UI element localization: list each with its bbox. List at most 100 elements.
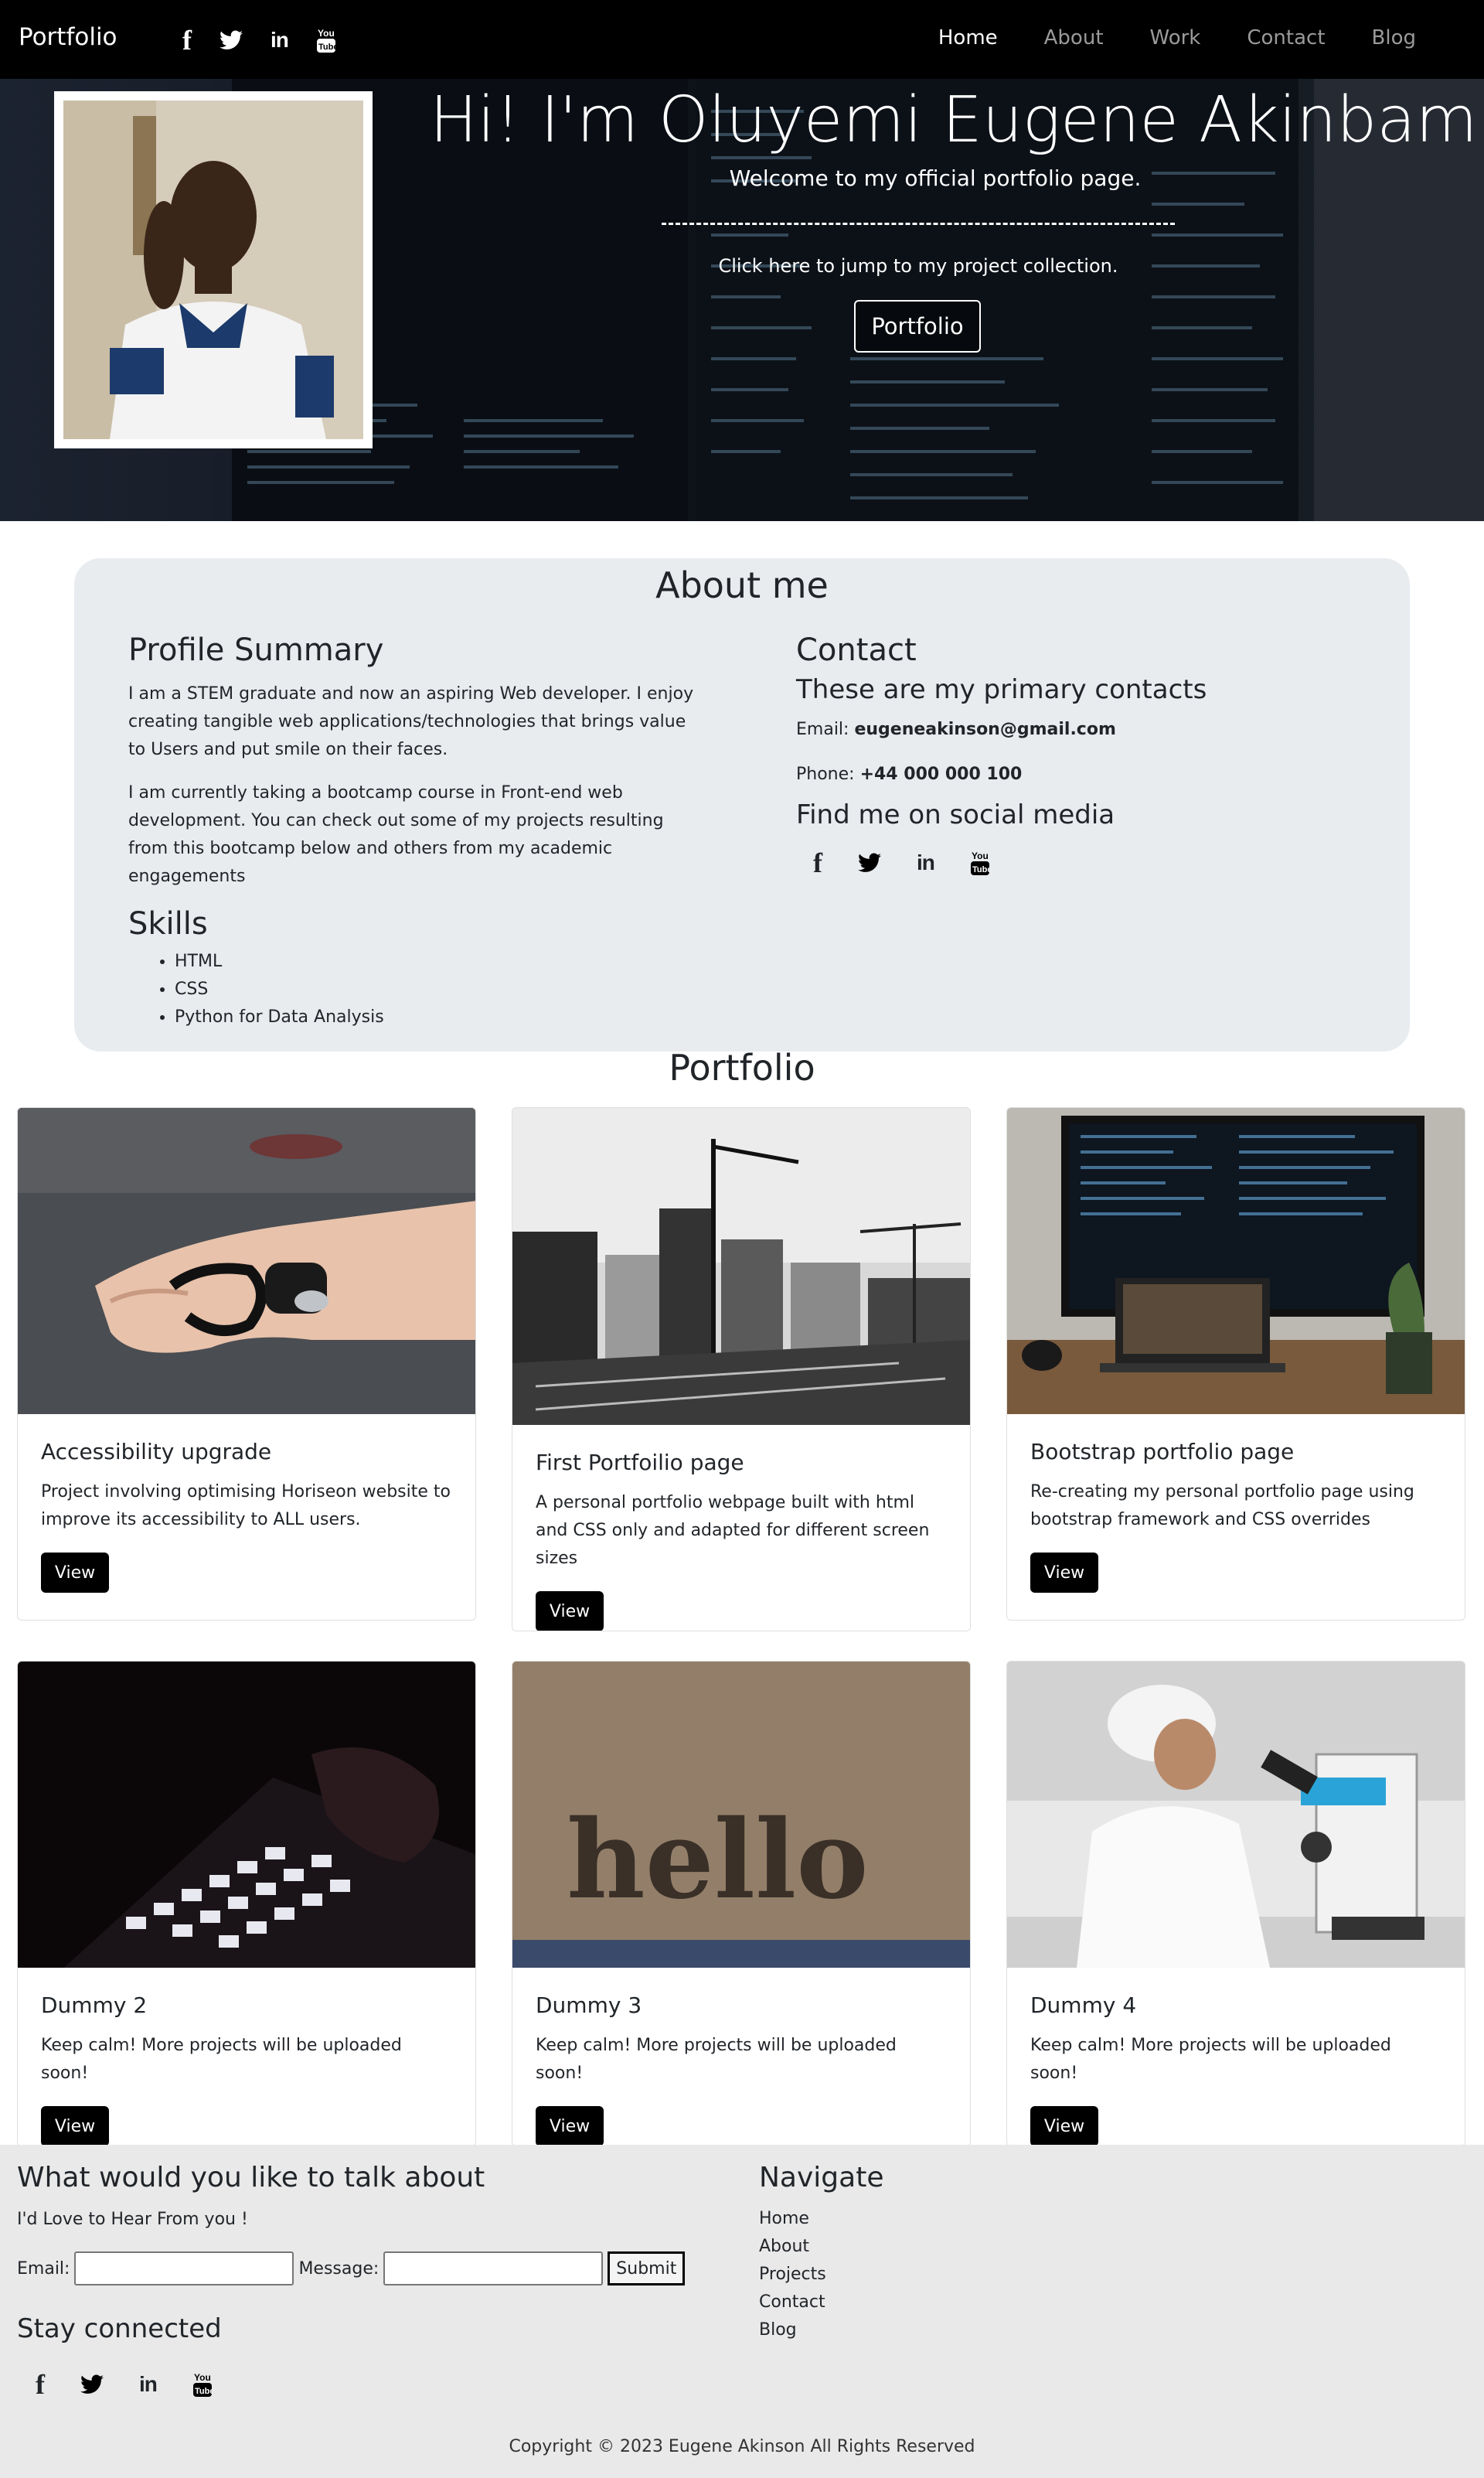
footer-nav: Home About Projects Contact Blog (759, 2205, 826, 2344)
footer-nav-about[interactable]: About (759, 2233, 826, 2261)
about-social-links: f in You Tube (813, 849, 1337, 877)
profile-photo-frame (54, 91, 373, 448)
card-title: Dummy 2 (41, 1992, 148, 2018)
footer-nav-title: Navigate (759, 2162, 884, 2193)
nav-link-about[interactable]: About (1021, 26, 1127, 49)
view-button[interactable]: View (41, 2106, 109, 2146)
profile-summary-paragraph-1: I am a STEM graduate and now an aspiring… (128, 684, 694, 759)
facebook-icon[interactable]: f (813, 849, 822, 877)
footer-social-links: f in You Tube (36, 2371, 213, 2398)
hero-divider (662, 223, 1175, 225)
main-nav: Home About Work Contact Blog (915, 26, 1439, 49)
svg-text:hello: hello (567, 1797, 869, 1924)
form-message-label: Message: (298, 2258, 380, 2279)
project-card: Dummy 4 Keep calm! More projects will be… (1006, 1661, 1465, 2146)
linkedin-icon[interactable]: in (917, 852, 935, 874)
footer-nav-projects[interactable]: Projects (759, 2261, 826, 2289)
profile-summary-paragraph-2: I am currently taking a bootcamp course … (128, 783, 664, 886)
nav-link-blog[interactable]: Blog (1349, 26, 1439, 49)
project-card: Dummy 2 Keep calm! More projects will be… (17, 1661, 476, 2146)
linkedin-icon[interactable]: in (139, 2374, 158, 2395)
twitter-icon[interactable] (858, 853, 881, 873)
facebook-icon[interactable]: f (36, 2371, 45, 2398)
contact-subheading: These are my primary contacts (796, 674, 1207, 705)
skills-list: HTML CSS Python for Data Analysis (175, 948, 700, 1031)
card-text: Keep calm! More projects will be uploade… (536, 2036, 897, 2083)
card-image: hello (512, 1662, 970, 1968)
card-text: Re-creating my personal portfolio page u… (1030, 1482, 1414, 1529)
hero-subtitle: Welcome to my official portfolio page. (729, 165, 1142, 191)
svg-text:You: You (972, 850, 989, 861)
project-card: Accessibility upgrade Project involving … (17, 1107, 476, 1621)
email-label: Email: (796, 720, 849, 739)
card-image (18, 1108, 475, 1414)
svg-text:Tube: Tube (972, 865, 990, 874)
view-button[interactable]: View (41, 1553, 109, 1593)
navbar-social-links: f in You Tube (182, 23, 336, 57)
profile-summary-heading: Profile Summary (128, 632, 384, 668)
skills-heading: Skills (128, 906, 208, 942)
top-navbar: Portfolio f in You Tube Home About Work C… (0, 0, 1484, 79)
project-card: Bootstrap portfolio page Re-creating my … (1006, 1107, 1465, 1621)
project-card: First Portfoilio page A personal portfol… (512, 1107, 971, 1631)
email-value[interactable]: eugeneakinson@gmail.com (854, 720, 1115, 739)
contact-heading: Contact (796, 632, 917, 668)
portfolio-title: Portfolio (669, 1047, 815, 1089)
stay-connected-heading: Stay connected (17, 2313, 222, 2344)
hero-section: Hi! I'm Oluyemi Eugene Akinbamini Welcom… (0, 79, 1484, 521)
youtube-icon[interactable]: You Tube (316, 27, 336, 53)
twitter-icon[interactable] (80, 2374, 104, 2394)
card-image (18, 1662, 475, 1968)
twitter-icon[interactable] (220, 30, 243, 50)
footer-nav-blog[interactable]: Blog (759, 2316, 826, 2344)
skill-item: HTML (175, 948, 700, 976)
contact-column: Contact These are my primary contacts Em… (796, 632, 1337, 877)
submit-button[interactable]: Submit (608, 2251, 686, 2285)
nav-link-work[interactable]: Work (1127, 26, 1224, 49)
view-button[interactable]: View (536, 1591, 604, 1631)
svg-text:You: You (318, 28, 335, 39)
card-title: Dummy 4 (1030, 1992, 1137, 2018)
view-button[interactable]: View (1030, 2106, 1098, 2146)
project-card: hello Dummy 3 Keep calm! More projects w… (512, 1661, 971, 2146)
profile-column: Profile Summary I am a STEM graduate and… (128, 632, 700, 1031)
message-field[interactable] (383, 2251, 604, 2285)
portfolio-jump-button[interactable]: Portfolio (854, 300, 981, 353)
copyright-text: Copyright © 2023 Eugene Akinson All Righ… (509, 2437, 975, 2456)
linkedin-icon[interactable]: in (271, 29, 289, 51)
svg-text:Tube: Tube (318, 43, 336, 52)
facebook-icon[interactable]: f (182, 26, 192, 54)
phone-label: Phone: (796, 765, 855, 784)
card-image (512, 1108, 970, 1425)
skill-item: CSS (175, 976, 700, 1004)
brand-logo[interactable]: Portfolio (19, 23, 117, 51)
nav-link-home[interactable]: Home (915, 26, 1021, 49)
footer-nav-home[interactable]: Home (759, 2205, 826, 2233)
contact-form-subtitle: I'd Love to Hear From you ! (17, 2210, 248, 2229)
card-image (1007, 1108, 1465, 1414)
footer: What would you like to talk about I'd Lo… (0, 2145, 1484, 2478)
social-heading: Find me on social media (796, 799, 1115, 830)
about-section: About me Profile Summary I am a STEM gra… (74, 558, 1410, 1052)
contact-email-line: Email: eugeneakinson@gmail.com (796, 716, 1337, 744)
view-button[interactable]: View (1030, 1553, 1098, 1593)
skill-item: Python for Data Analysis (175, 1004, 700, 1031)
card-title: Accessibility upgrade (41, 1439, 272, 1464)
youtube-icon[interactable]: You Tube (192, 2371, 213, 2398)
phone-value: +44 000 000 100 (859, 765, 1023, 784)
nav-link-contact[interactable]: Contact (1224, 26, 1348, 49)
card-text: Project involving optimising Horiseon we… (41, 1482, 451, 1529)
contact-phone-line: Phone: +44 000 000 100 (796, 761, 1337, 789)
svg-text:Tube: Tube (195, 2387, 213, 2396)
youtube-icon[interactable]: You Tube (970, 850, 990, 876)
hero-title: Hi! I'm Oluyemi Eugene Akinbamini (430, 84, 1484, 157)
contact-form: Email: Message: Submit (17, 2251, 686, 2285)
footer-nav-contact[interactable]: Contact (759, 2289, 826, 2316)
card-title: Bootstrap portfolio page (1030, 1439, 1295, 1464)
card-title: Dummy 3 (536, 1992, 642, 2018)
card-title: First Portfoilio page (536, 1450, 744, 1475)
card-text: Keep calm! More projects will be uploade… (1030, 2036, 1391, 2083)
email-field[interactable] (74, 2251, 294, 2285)
view-button[interactable]: View (536, 2106, 604, 2146)
card-text: A personal portfolio webpage built with … (536, 1493, 930, 1568)
